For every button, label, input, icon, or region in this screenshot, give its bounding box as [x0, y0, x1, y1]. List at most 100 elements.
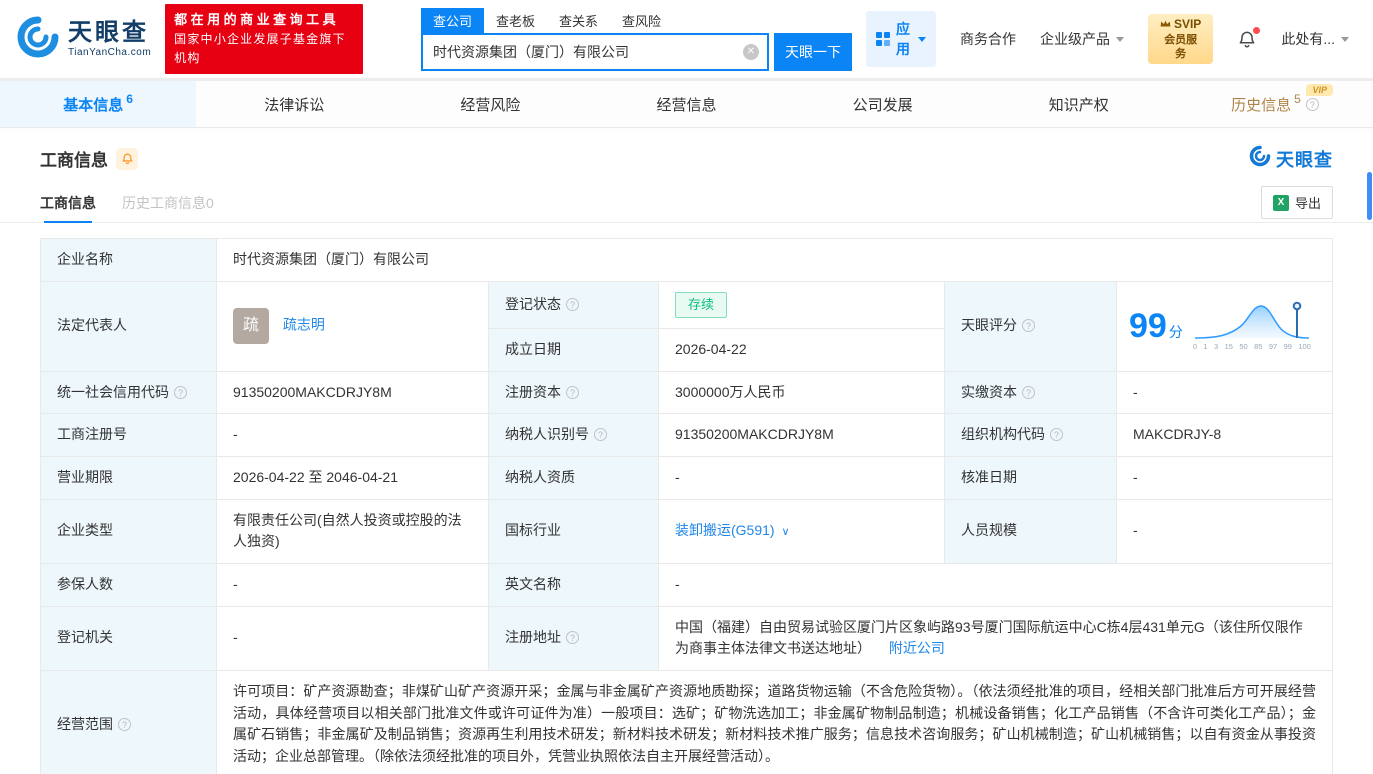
section-title: 工商信息 [40, 151, 108, 170]
section-header: 工商信息 天眼查 [0, 128, 1373, 183]
search-tabs: 查公司 查老板 查关系 查风险 [420, 7, 852, 33]
field-label-org-code: 组织机构代码 [944, 413, 1117, 457]
field-label-taxpayer-quality: 纳税人资质 [488, 455, 659, 500]
tab-label: 公司发展 [852, 96, 913, 114]
field-value-english-name: - [658, 562, 1333, 607]
help-icon[interactable] [566, 385, 579, 399]
profile-label: 此处有... [1281, 31, 1335, 47]
legal-rep-link[interactable]: 疏志明 [283, 317, 325, 333]
field-label-staff-size: 人员规模 [944, 498, 1117, 564]
field-value-paid-capital: - [1116, 370, 1333, 415]
search-tab-relation[interactable]: 查关系 [547, 8, 610, 33]
field-value-taxpayer-quality: - [658, 455, 945, 500]
help-icon[interactable] [1305, 97, 1319, 111]
field-label-approval-date: 核准日期 [944, 455, 1117, 500]
notification-bell-icon[interactable] [1237, 27, 1261, 49]
brand-slogan: 都在用的商业查询工具 国家中小企业发展子基金旗下机构 [165, 4, 363, 74]
monitor-bell-icon[interactable] [116, 147, 138, 170]
search-input[interactable] [420, 32, 769, 71]
field-label-paid-capital: 实缴资本 [944, 370, 1117, 415]
field-value-taxpayer-id: 91350200MAKCDRJY8M [658, 413, 945, 457]
subtab-history-business-info[interactable]: 历史工商信息0 [122, 183, 214, 222]
export-button[interactable]: X 导出 [1260, 186, 1333, 219]
menu-business-cooperation[interactable]: 商务合作 [960, 29, 1016, 49]
score-distribution-chart: 0 1 3 15 50 85 97 99 100 [1193, 300, 1311, 353]
subtab-bar: 工商信息 历史工商信息0 X 导出 [0, 183, 1373, 223]
tab-operating-info[interactable]: 经营信息 [588, 81, 784, 127]
help-icon[interactable] [174, 385, 187, 399]
nearby-companies-link[interactable]: 附近公司 [889, 640, 945, 656]
tab-company-development[interactable]: 公司发展 [785, 81, 981, 127]
help-icon[interactable] [118, 717, 131, 731]
brand-logo-text: 天眼查 [1276, 149, 1333, 170]
field-label-company-type: 企业类型 [40, 498, 217, 564]
industry-link[interactable]: 装卸搬运(G591) [675, 522, 775, 538]
search-tab-boss[interactable]: 查老板 [484, 8, 547, 33]
row-company-name: 企业名称 时代资源集团（厦门）有限公司 [40, 238, 1333, 282]
chevron-down-icon [917, 36, 926, 42]
logo-text-en: TianYanCha.com [68, 46, 152, 58]
field-value-address: 中国（福建）自由贸易试验区厦门片区象屿路93号厦门国际航运中心C栋4层431单元… [658, 605, 1333, 672]
subtab-label: 工商信息 [40, 194, 96, 211]
user-profile-menu[interactable]: 此处有... [1281, 29, 1349, 49]
field-label-industry: 国标行业 [488, 498, 659, 564]
field-label-reg-number: 工商注册号 [40, 413, 217, 457]
tianyancha-logo[interactable]: 天眼查 TianYanCha.com [16, 15, 151, 64]
legal-rep-avatar[interactable]: 疏 [233, 308, 269, 345]
apps-menu[interactable]: 应用 [865, 11, 936, 67]
search-area: 查公司 查老板 查关系 查风险 天眼一下 [420, 7, 852, 71]
tab-label: 经营信息 [656, 96, 717, 114]
apps-grid-icon [875, 32, 890, 46]
help-icon[interactable] [1022, 385, 1035, 399]
score-curve [1194, 301, 1309, 339]
tianyancha-logo-icon [1249, 145, 1271, 172]
top-header: 天眼查 TianYanCha.com 都在用的商业查询工具 国家中小企业发展子基… [0, 0, 1373, 78]
field-value-company-type: 有限责任公司(自然人投资或控股的法人独资) [216, 498, 489, 564]
tab-history-info[interactable]: VIP 历史信息 5 [1177, 81, 1373, 127]
status-badge: 存续 [675, 291, 728, 318]
help-icon[interactable] [1022, 319, 1035, 333]
svip-membership-badge[interactable]: SVIP 会员服务 [1147, 13, 1214, 65]
help-icon[interactable] [566, 297, 579, 311]
chevron-down-icon[interactable]: ∨ [781, 526, 789, 538]
search-tab-company[interactable]: 查公司 [420, 7, 484, 33]
field-value-reg-number: - [216, 413, 489, 457]
help-icon[interactable] [594, 428, 607, 442]
field-value-business-scope: 许可项目：矿产资源勘查；非煤矿山矿产资源开采；金属与非金属矿产资源地质勘探；道路… [216, 670, 1333, 774]
field-value-industry: 装卸搬运(G591) ∨ [658, 498, 945, 564]
menu-enterprise-products[interactable]: 企业级产品 [1040, 29, 1124, 49]
row-business-term: 营业期限 2026-04-22 至 2046-04-21 纳税人资质 - 核准日… [40, 455, 1333, 500]
tab-count: 6 [126, 92, 133, 106]
tab-intellectual-property[interactable]: 知识产权 [981, 81, 1177, 127]
tab-label: 知识产权 [1048, 96, 1109, 114]
field-label-business-scope: 经营范围 [40, 670, 217, 774]
search-button[interactable]: 天眼一下 [773, 32, 852, 71]
row-legal-rep-status: 法定代表人 疏 疏志明 登记状态 存续 天眼评分 99分 [40, 280, 1333, 372]
field-value-credit-code: 91350200MAKCDRJY8M [216, 370, 489, 415]
field-value-insured-count: - [216, 562, 489, 607]
field-value-legal-rep: 疏 疏志明 [216, 280, 489, 372]
help-icon[interactable] [1050, 428, 1063, 442]
section-brand-logo: 天眼查 [1249, 145, 1333, 172]
chevron-down-icon [1115, 36, 1124, 42]
chevron-down-icon [1341, 36, 1349, 42]
tab-legal-proceedings[interactable]: 法律诉讼 [196, 81, 392, 127]
help-icon[interactable] [566, 631, 579, 645]
tab-label: 基本信息 [63, 96, 124, 114]
tab-basic-info[interactable]: 基本信息 6 [0, 81, 197, 127]
tab-operating-risk[interactable]: 经营风险 [392, 81, 588, 127]
field-label-business-term: 营业期限 [40, 455, 217, 500]
search-tab-risk[interactable]: 查风险 [610, 8, 673, 33]
row-business-scope: 经营范围 许可项目：矿产资源勘查；非煤矿山矿产资源开采；金属与非金属矿产资源地质… [40, 670, 1333, 774]
apps-label: 应用 [895, 21, 910, 57]
clear-search-icon[interactable] [742, 43, 759, 60]
logo-text-cn: 天眼查 [68, 19, 149, 47]
field-value-approval-date: - [1116, 455, 1333, 500]
subtab-business-info[interactable]: 工商信息 [40, 183, 96, 223]
row-reg-number: 工商注册号 - 纳税人识别号 91350200MAKCDRJY8M 组织机构代码… [40, 413, 1333, 457]
field-value-reg-capital: 3000000万人民币 [658, 370, 945, 415]
notification-dot [1253, 27, 1261, 34]
field-label-legal-rep: 法定代表人 [40, 280, 217, 372]
scrollbar-thumb[interactable] [1367, 172, 1372, 220]
field-value-company-name: 时代资源集团（厦门）有限公司 [216, 238, 1333, 282]
